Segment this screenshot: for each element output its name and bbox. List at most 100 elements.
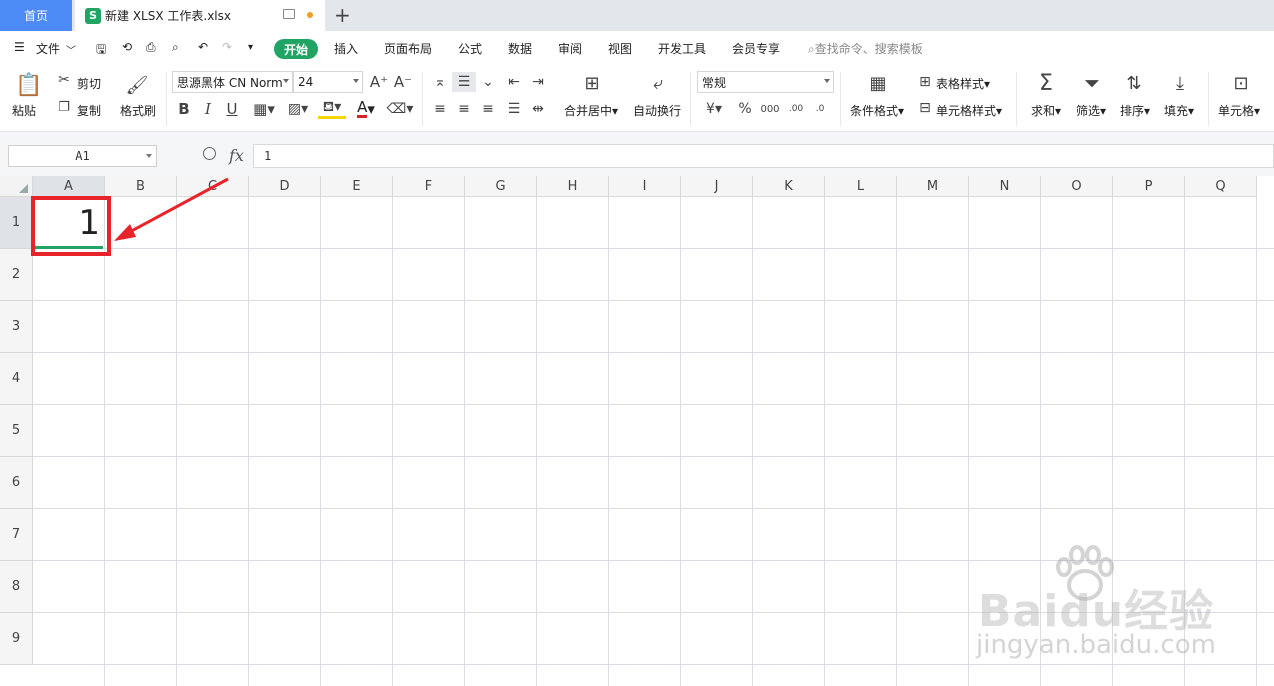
- ribbon-separator: [1016, 72, 1017, 126]
- menu-hamburger-icon[interactable]: ☰: [14, 40, 25, 54]
- sort-icon[interactable]: ⇅: [1122, 70, 1146, 96]
- table-style-icon[interactable]: ⊞: [916, 73, 934, 91]
- filter-icon[interactable]: ⏷: [1080, 70, 1104, 96]
- number-format-select[interactable]: 常规: [697, 71, 834, 93]
- format-painter-icon[interactable]: 🖌: [126, 72, 149, 98]
- sum-label: 求和: [1031, 104, 1056, 118]
- decrease-indent-icon[interactable]: ⇤: [504, 72, 524, 92]
- cell-icon[interactable]: ⊡: [1228, 70, 1254, 96]
- name-box[interactable]: A1: [8, 145, 157, 167]
- undo-icon[interactable]: ↶: [198, 40, 208, 54]
- decrease-font-icon[interactable]: A⁻: [394, 72, 412, 92]
- paste-button[interactable]: 粘贴: [12, 102, 36, 119]
- justify-icon[interactable]: ☰: [504, 99, 524, 119]
- cell-style-label: 单元格样式: [936, 104, 997, 118]
- filter-label: 筛选: [1076, 104, 1101, 118]
- sum-button[interactable]: 求和▾: [1031, 102, 1061, 119]
- distribute-icon[interactable]: ⇹: [528, 99, 548, 119]
- decrease-decimal-icon[interactable]: .0: [810, 99, 830, 119]
- cell-button[interactable]: 单元格▾: [1218, 102, 1260, 119]
- tab-bar: 首页 S 新建 XLSX 工作表.xlsx +: [0, 0, 1274, 31]
- export-icon[interactable]: ⟲: [122, 40, 132, 54]
- clear-format-icon[interactable]: ⌫▾: [386, 99, 414, 119]
- font-name-value: 思源黑体 CN Norm: [177, 75, 283, 90]
- menu-tab-member[interactable]: 会员专享: [732, 40, 780, 57]
- menu-tab-data[interactable]: 数据: [508, 40, 532, 57]
- align-middle-icon[interactable]: ☰: [452, 72, 476, 92]
- bold-icon[interactable]: B: [176, 99, 192, 119]
- merge-center-label: 合并居中: [564, 104, 613, 118]
- copy-icon[interactable]: ❐: [56, 99, 72, 115]
- save-icon[interactable]: 🖫: [96, 40, 106, 61]
- conditional-format-icon[interactable]: ▦: [866, 72, 890, 94]
- increase-indent-icon[interactable]: ⇥: [528, 72, 548, 92]
- sum-icon[interactable]: Σ: [1034, 70, 1058, 96]
- wrap-text-icon[interactable]: ⤶: [646, 72, 670, 94]
- tab-home[interactable]: 首页: [0, 0, 72, 31]
- menu-tab-review[interactable]: 审阅: [558, 40, 582, 57]
- quick-access-dropdown-icon[interactable]: ▾: [248, 42, 253, 53]
- fill-label: 填充: [1164, 104, 1189, 118]
- table-style-button[interactable]: 表格样式▾: [936, 75, 990, 92]
- monitor-icon[interactable]: [283, 9, 295, 19]
- command-search[interactable]: ⌕查找命令、搜索模板: [808, 40, 923, 57]
- print-icon[interactable]: ⎙: [146, 40, 156, 55]
- align-top-icon[interactable]: ⌅: [430, 72, 450, 92]
- italic-icon[interactable]: I: [200, 99, 216, 119]
- number-format-value: 常规: [702, 75, 727, 90]
- increase-decimal-icon[interactable]: .00: [786, 99, 806, 119]
- underline-icon[interactable]: U: [224, 99, 240, 119]
- cut-button[interactable]: 剪切: [77, 75, 101, 92]
- increase-font-icon[interactable]: A⁺: [370, 72, 388, 92]
- font-name-select[interactable]: 思源黑体 CN Norm: [172, 71, 293, 93]
- menu-tab-view[interactable]: 视图: [608, 40, 632, 57]
- conditional-format-label: 条件格式: [850, 104, 899, 118]
- menu-tab-insert[interactable]: 插入: [334, 40, 358, 57]
- align-right-icon[interactable]: ≡: [478, 99, 498, 119]
- filter-button[interactable]: 筛选▾: [1076, 102, 1106, 119]
- merge-center-icon[interactable]: ⊞: [580, 72, 604, 94]
- chevron-down-icon[interactable]: ﹀: [66, 42, 76, 57]
- scissors-icon[interactable]: ✂: [56, 72, 72, 88]
- wrap-text-button[interactable]: 自动换行: [633, 102, 681, 119]
- new-tab-plus-icon[interactable]: +: [334, 3, 351, 27]
- menu-bar: ☰ 文件 ﹀ 🖫 ⟲ ⎙ ⌕ ↶ ↷ ▾ 开始 插入 页面布局 公式 数据 审阅…: [0, 31, 1274, 66]
- cell-style-button[interactable]: 单元格样式▾: [936, 102, 1002, 119]
- align-center-icon[interactable]: ≡: [454, 99, 474, 119]
- sort-button[interactable]: 排序▾: [1120, 102, 1150, 119]
- cell-label: 单元格: [1218, 104, 1255, 118]
- command-search-text: 查找命令、搜索模板: [814, 42, 923, 56]
- font-size-select[interactable]: 24: [293, 71, 363, 93]
- ribbon-separator: [1208, 72, 1209, 126]
- menu-tab-home[interactable]: 开始: [274, 39, 318, 59]
- menu-tab-developer[interactable]: 开发工具: [658, 40, 706, 57]
- copy-button[interactable]: 复制: [77, 102, 101, 119]
- fill-color-icon[interactable]: ⛾▾: [318, 99, 346, 119]
- tab-document[interactable]: S 新建 XLSX 工作表.xlsx: [75, 0, 325, 31]
- formula-input[interactable]: 1: [253, 144, 1274, 168]
- fx-icon[interactable]: fx: [229, 146, 244, 165]
- fill-button[interactable]: 填充▾: [1164, 102, 1194, 119]
- percent-icon[interactable]: %: [736, 99, 754, 119]
- ribbon-separator: [840, 72, 841, 126]
- menu-tab-page-layout[interactable]: 页面布局: [384, 40, 432, 57]
- menu-file[interactable]: 文件: [36, 40, 60, 57]
- menu-tab-formulas[interactable]: 公式: [458, 40, 482, 57]
- merge-center-button[interactable]: 合并居中▾: [564, 102, 618, 119]
- currency-icon[interactable]: ¥▾: [702, 99, 726, 119]
- print-preview-icon[interactable]: ⌕: [172, 40, 179, 55]
- align-left-icon[interactable]: ≡: [430, 99, 450, 119]
- fill-down-icon[interactable]: ⤓: [1168, 70, 1192, 96]
- cell-shading-icon[interactable]: ▨▾: [284, 99, 312, 119]
- redo-icon[interactable]: ↷: [222, 40, 232, 54]
- paste-icon[interactable]: 📋: [15, 72, 42, 98]
- align-bottom-icon[interactable]: ⌄: [478, 72, 498, 92]
- zoom-lookup-icon[interactable]: [203, 147, 216, 160]
- thousands-separator-icon[interactable]: 000: [760, 99, 780, 119]
- ribbon-separator: [690, 72, 691, 126]
- conditional-format-button[interactable]: 条件格式▾: [850, 102, 904, 119]
- font-color-icon[interactable]: A ▾: [352, 99, 380, 119]
- cell-style-icon[interactable]: ⊟: [916, 99, 934, 117]
- format-painter-button[interactable]: 格式刷: [120, 102, 156, 119]
- borders-icon[interactable]: ▦▾: [250, 99, 278, 119]
